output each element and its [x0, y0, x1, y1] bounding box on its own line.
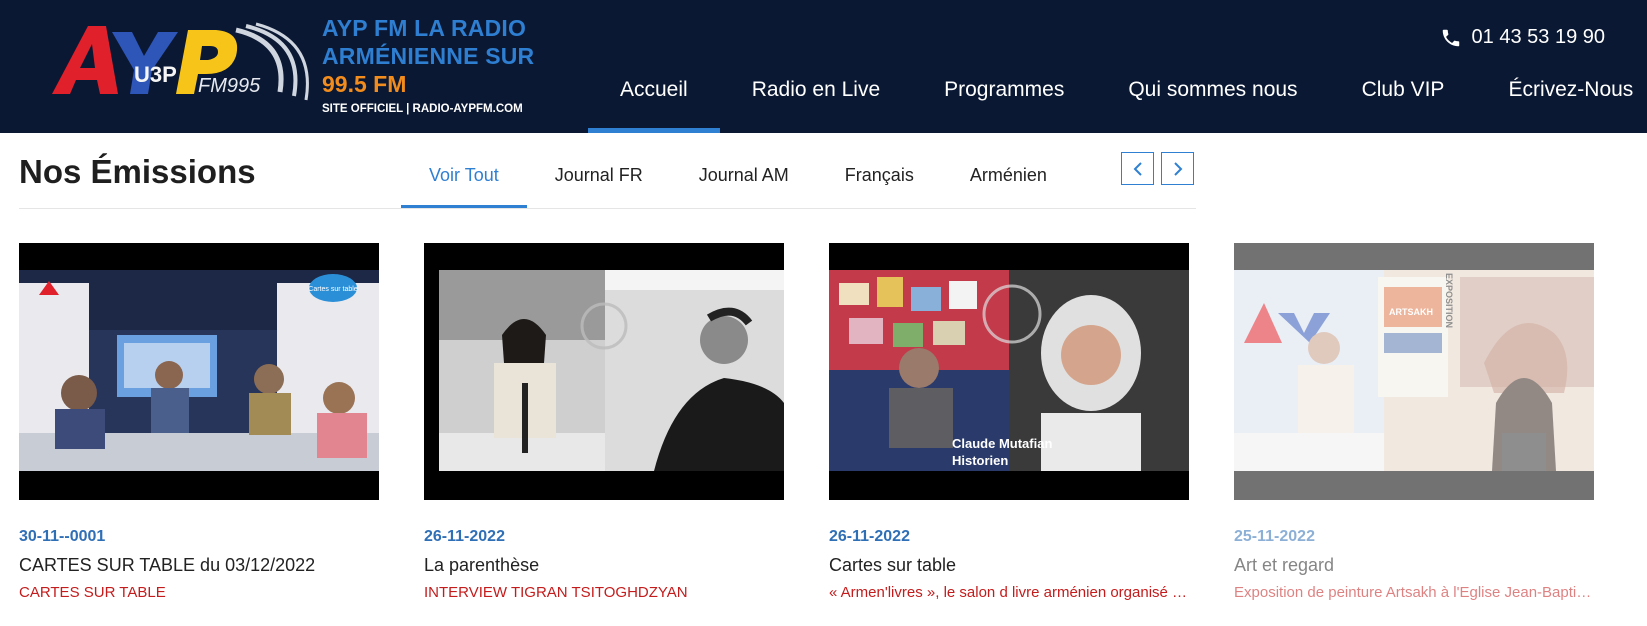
main-nav: Accueil Radio en Live Programmes Qui som… — [588, 70, 1647, 133]
nav-item-qui-sommes-nous[interactable]: Qui sommes nous — [1096, 70, 1329, 133]
emission-title[interactable]: Art et regard — [1234, 555, 1594, 576]
emission-card[interactable]: Claude Mutafian Historien 26-11-2022 Car… — [829, 243, 1189, 601]
emission-subtitle[interactable]: « Armen'livres », le salon d livre armén… — [829, 584, 1189, 601]
emission-date: 26-11-2022 — [424, 528, 505, 545]
thumb-poster-title: ARTSAKH — [1389, 307, 1433, 317]
carousel-arrows — [1121, 152, 1194, 185]
brand-site: SITE OFFICIEL | RADIO-AYPFM.COM — [322, 103, 523, 115]
brand-frequency: 99.5 FM — [322, 71, 407, 97]
emission-title[interactable]: CARTES SUR TABLE du 03/12/2022 — [19, 555, 379, 576]
emissions-grid: Cartes sur table 30-11--0001 CARTES SUR … — [19, 243, 1594, 601]
phone-contact[interactable]: 01 43 53 19 90 — [1440, 26, 1605, 49]
emission-subtitle[interactable]: CARTES SUR TABLE — [19, 584, 379, 601]
nav-item-radio-en-live[interactable]: Radio en Live — [720, 70, 912, 133]
emission-title[interactable]: Cartes sur table — [829, 555, 1189, 576]
phone-icon — [1440, 27, 1462, 49]
brand-block: AYP FM LA RADIO ARMÉNIENNE SUR 99.5 FM S… — [322, 14, 534, 118]
emission-card[interactable]: ARTSAKH EXPOSITION 25-11-2022 Art et reg… — [1234, 243, 1594, 601]
tab-journal-fr[interactable]: Journal FR — [527, 150, 671, 208]
svg-text:FM995: FM995 — [198, 75, 261, 97]
thumb-caption-role: Historien — [952, 453, 1008, 468]
tab-francais[interactable]: Français — [817, 150, 942, 208]
emission-thumbnail[interactable] — [424, 243, 784, 500]
chevron-right-icon — [1173, 161, 1182, 176]
emission-title[interactable]: La parenthèse — [424, 555, 784, 576]
thumb-poster-vertical: EXPOSITION — [1444, 273, 1454, 328]
emission-card[interactable]: 26-11-2022 La parenthèse INTERVIEW TIGRA… — [424, 243, 784, 601]
tab-voir-tout[interactable]: Voir Tout — [401, 150, 527, 208]
emission-date: 25-11-2022 — [1234, 528, 1315, 545]
thumb-badge-text: Cartes sur table — [308, 286, 358, 293]
chevron-left-icon — [1133, 161, 1142, 176]
filter-tabs: Voir Tout Journal FR Journal AM Français… — [401, 150, 1075, 208]
brand-title-line1: AYP FM LA RADIO — [322, 15, 527, 41]
emission-thumbnail[interactable]: Claude Mutafian Historien — [829, 243, 1189, 500]
tab-journal-am[interactable]: Journal AM — [671, 150, 817, 208]
emission-thumbnail[interactable]: Cartes sur table — [19, 243, 379, 500]
nav-item-club-vip[interactable]: Club VIP — [1330, 70, 1477, 133]
section-title: Nos Émissions — [19, 153, 256, 190]
tabs-divider — [19, 208, 1196, 209]
brand-title-line2: ARMÉNIENNE SUR — [322, 43, 535, 69]
carousel-prev-button[interactable] — [1121, 152, 1154, 185]
emission-date: 26-11-2022 — [829, 528, 910, 545]
phone-number: 01 43 53 19 90 — [1471, 26, 1605, 48]
nav-item-accueil[interactable]: Accueil — [588, 70, 720, 133]
site-header: U3P FM995 AYP FM LA RADIO ARMÉNIENNE SUR… — [0, 0, 1647, 133]
logo-text: U3P — [134, 62, 177, 87]
nav-item-programmes[interactable]: Programmes — [912, 70, 1096, 133]
tab-armenien[interactable]: Arménien — [942, 150, 1075, 208]
thumb-caption-name: Claude Mutafian — [952, 436, 1052, 451]
emission-thumbnail[interactable]: ARTSAKH EXPOSITION — [1234, 243, 1594, 500]
emission-subtitle[interactable]: Exposition de peinture Artsakh à l'Eglis… — [1234, 584, 1594, 601]
emission-card[interactable]: Cartes sur table 30-11--0001 CARTES SUR … — [19, 243, 379, 601]
carousel-next-button[interactable] — [1161, 152, 1194, 185]
emission-subtitle[interactable]: INTERVIEW TIGRAN TSITOGHDZYAN — [424, 584, 784, 601]
nav-item-ecrivez-nous[interactable]: Écrivez-Nous — [1476, 70, 1647, 133]
site-logo[interactable]: U3P FM995 — [48, 22, 310, 104]
emission-date: 30-11--0001 — [19, 528, 106, 545]
